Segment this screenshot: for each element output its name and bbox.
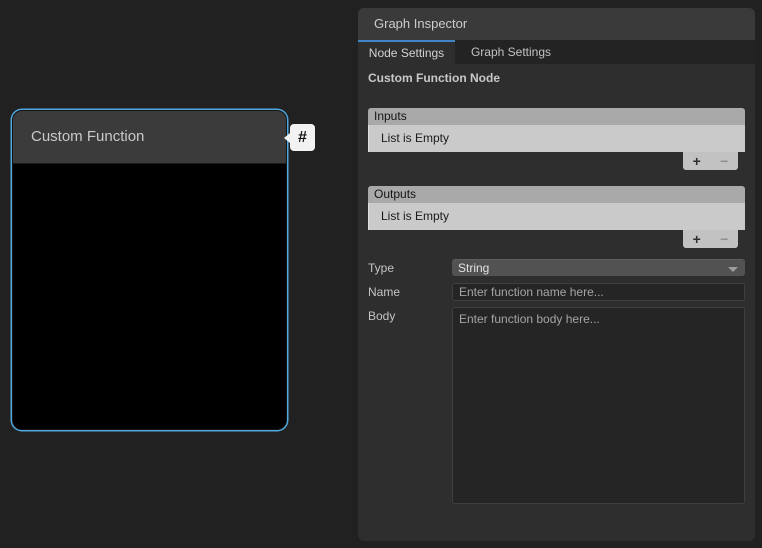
inputs-add-button[interactable]: + — [693, 153, 701, 169]
node-title[interactable]: Custom Function — [13, 111, 286, 164]
tab-graph-settings[interactable]: Graph Settings — [455, 40, 567, 64]
outputs-list-header: Outputs — [368, 186, 745, 203]
graph-inspector-panel: Graph Inspector Node Settings Graph Sett… — [358, 8, 755, 541]
panel-header[interactable]: Graph Inspector — [358, 8, 755, 40]
body-row: Body — [368, 307, 745, 504]
type-dropdown[interactable]: String — [452, 259, 745, 276]
outputs-list-empty-row[interactable]: List is Empty — [368, 203, 745, 230]
section-title: Custom Function Node — [368, 71, 745, 85]
inputs-remove-button[interactable]: − — [720, 153, 728, 169]
custom-function-node[interactable]: Custom Function — [12, 110, 287, 430]
node-hash-badge[interactable]: # — [290, 124, 315, 151]
inputs-list-footer: + − — [368, 152, 745, 170]
field-rows: Type String Name Body — [368, 259, 745, 504]
function-body-textarea[interactable] — [452, 307, 745, 504]
inspector-content: Custom Function Node Inputs List is Empt… — [358, 71, 755, 504]
type-row: Type String — [368, 259, 745, 276]
function-name-input[interactable] — [452, 283, 745, 301]
body-label: Body — [368, 307, 452, 323]
tab-node-settings[interactable]: Node Settings — [358, 40, 455, 64]
badge-tail-icon — [284, 133, 290, 143]
badge-label: # — [298, 129, 307, 147]
outputs-remove-button[interactable]: − — [720, 231, 728, 247]
name-label: Name — [368, 285, 452, 299]
name-row: Name — [368, 283, 745, 301]
inputs-list-header: Inputs — [368, 108, 745, 125]
outputs-list: Outputs List is Empty + − — [368, 186, 745, 248]
inputs-list-empty-row[interactable]: List is Empty — [368, 125, 745, 152]
inspector-tabbar: Node Settings Graph Settings — [358, 40, 755, 64]
outputs-add-button[interactable]: + — [693, 231, 701, 247]
outputs-list-footer: + − — [368, 230, 745, 248]
type-label: Type — [368, 261, 452, 275]
panel-title: Graph Inspector — [374, 16, 467, 31]
type-dropdown-value: String — [458, 261, 489, 275]
inputs-list: Inputs List is Empty + − — [368, 108, 745, 170]
chevron-down-icon — [728, 267, 738, 272]
node-preview-body — [13, 164, 286, 429]
